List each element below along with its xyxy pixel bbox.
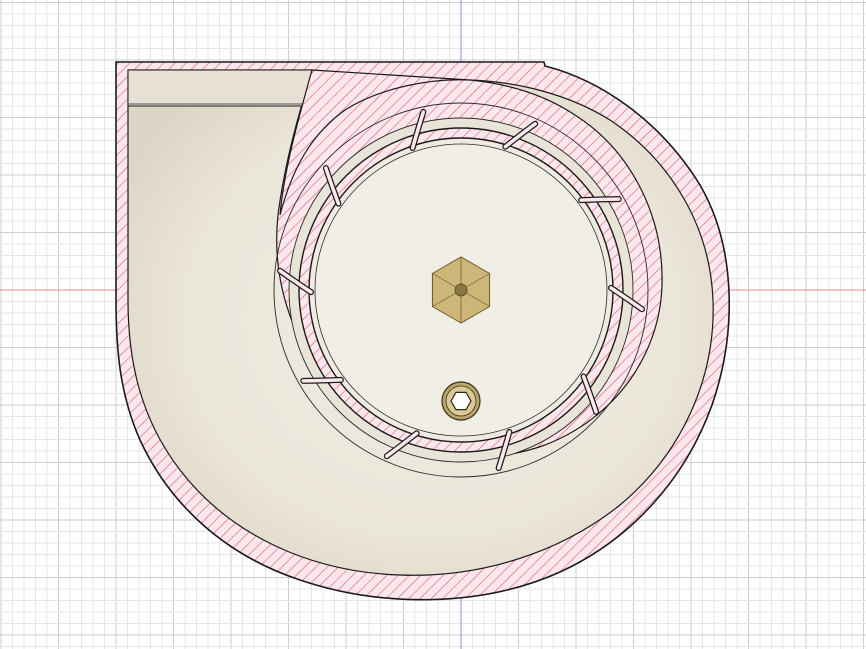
- blower-housing-section[interactable]: [115, 61, 731, 601]
- cad-viewport[interactable]: [0, 0, 866, 649]
- impeller-vane-fill: [579, 197, 621, 202]
- design-canvas[interactable]: [0, 0, 866, 649]
- inlet-duct-face: [127, 69, 313, 107]
- hex-socket-bolt-icon[interactable]: [441, 381, 481, 421]
- impeller-vane-fill: [301, 378, 343, 383]
